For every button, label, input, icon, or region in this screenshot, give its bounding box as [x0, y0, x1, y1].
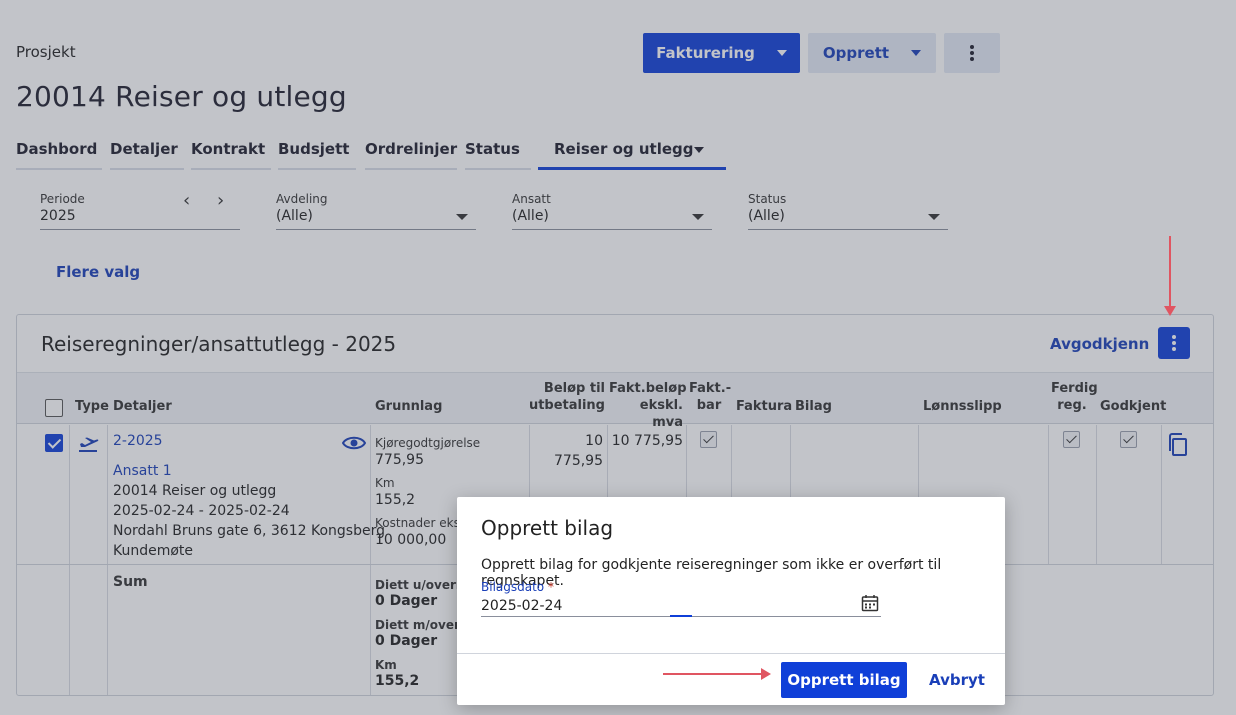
bilagsdato-label: Bilagsdato *: [481, 580, 554, 594]
annotation-arrow-down: [1164, 236, 1176, 316]
input-focus-indicator: [670, 615, 692, 617]
calendar-icon[interactable]: [861, 594, 879, 612]
dialog-title: Opprett bilag: [481, 516, 614, 540]
required-marker: *: [547, 580, 554, 594]
bilagsdato-label-text: Bilagsdato: [481, 580, 545, 594]
dialog-text: Opprett bilag for godkjente reiseregning…: [481, 557, 942, 589]
bilagsdato-input[interactable]: [481, 595, 881, 617]
annotation-arrow-right: [663, 668, 771, 680]
opprett-bilag-button[interactable]: Opprett bilag: [781, 662, 907, 698]
dialog-divider: [457, 653, 1005, 654]
avbryt-button[interactable]: Avbryt: [921, 662, 993, 698]
